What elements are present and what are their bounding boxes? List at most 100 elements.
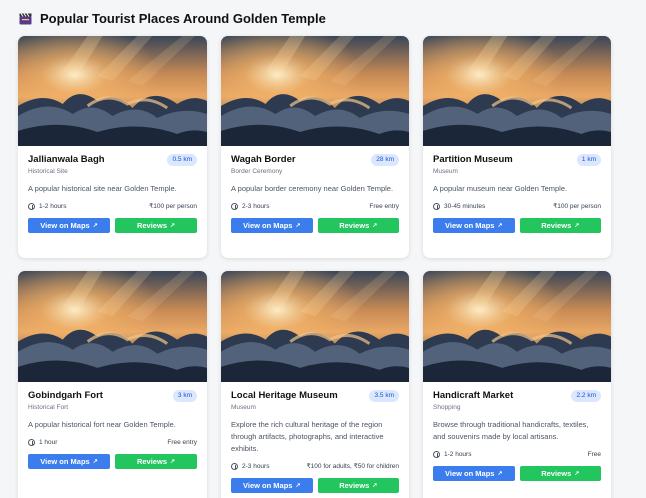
maps-label: View on Maps	[40, 457, 90, 466]
place-description: Browse through traditional handicrafts, …	[433, 420, 589, 441]
place-title: Local Heritage Museum	[231, 390, 338, 401]
external-link-icon: ↗	[295, 223, 301, 229]
place-meta: 1-2 hours Free	[433, 450, 601, 459]
place-description: Explore the rich cultural heritage of th…	[231, 420, 384, 453]
place-description: A popular border ceremony near Golden Te…	[231, 184, 394, 193]
place-category: Museum	[231, 404, 256, 411]
duration: 30-45 minutes	[444, 203, 486, 210]
distance-badge: 0.5 km	[167, 154, 197, 166]
view-on-maps-button[interactable]: View on Maps ↗	[28, 454, 110, 469]
place-image	[18, 271, 207, 382]
place-title: Partition Museum	[433, 154, 513, 165]
place-card: Partition Museum 1 km Museum A popular m…	[423, 36, 611, 258]
place-card: Handicraft Market 2.2 km Shopping Browse…	[423, 271, 611, 498]
view-on-maps-button[interactable]: View on Maps ↗	[28, 218, 110, 233]
distance-badge: 1 km	[576, 154, 601, 166]
place-title: Handicraft Market	[433, 390, 514, 401]
clock-icon	[231, 463, 238, 470]
page-title: Popular Tourist Places Around Golden Tem…	[40, 11, 326, 26]
price: ₹100 for adults, ₹50 for children	[306, 463, 399, 470]
place-category: Historical Fort	[28, 404, 69, 411]
places-grid: Jallianwala Bagh 0.5 km Historical Site …	[18, 36, 611, 498]
distance-badge: 3 km	[172, 390, 197, 402]
reviews-button[interactable]: Reviews ↗	[317, 218, 399, 233]
external-link-icon: ↗	[497, 223, 503, 229]
clock-icon	[231, 203, 238, 210]
reviews-label: Reviews	[339, 481, 370, 490]
reviews-button[interactable]: Reviews ↗	[519, 218, 601, 233]
external-link-icon: ↗	[170, 459, 176, 465]
reviews-label: Reviews	[541, 469, 572, 478]
price: Free entry	[369, 203, 399, 210]
distance-badge: 28 km	[371, 154, 399, 166]
maps-label: View on Maps	[445, 469, 495, 478]
maps-label: View on Maps	[243, 221, 293, 230]
reviews-label: Reviews	[136, 221, 167, 230]
clock-icon	[433, 203, 440, 210]
duration: 2-3 hours	[242, 463, 270, 470]
price: ₹100 per person	[149, 203, 197, 210]
clapperboard-icon	[19, 12, 32, 24]
place-card: Gobindgarh Fort 3 km Historical Fort A p…	[18, 271, 207, 498]
place-meta: 1 hour Free entry	[28, 438, 197, 447]
price: Free entry	[167, 439, 197, 446]
place-category: Border Ceremony	[231, 168, 283, 175]
reviews-label: Reviews	[541, 221, 572, 230]
external-link-icon: ↗	[574, 223, 580, 229]
place-meta: 1-2 hours ₹100 per person	[28, 202, 197, 211]
place-card: Wagah Border 28 km Border Ceremony A pop…	[221, 36, 409, 258]
external-link-icon: ↗	[170, 223, 176, 229]
place-meta: 30-45 minutes ₹100 per person	[433, 202, 601, 211]
clock-icon	[28, 203, 35, 210]
place-image	[423, 36, 611, 146]
duration: 1-2 hours	[444, 451, 472, 458]
view-on-maps-button[interactable]: View on Maps ↗	[231, 218, 313, 233]
view-on-maps-button[interactable]: View on Maps ↗	[231, 478, 313, 493]
price: Free	[587, 451, 601, 458]
maps-label: View on Maps	[243, 481, 293, 490]
place-title: Jallianwala Bagh	[28, 154, 105, 165]
reviews-button[interactable]: Reviews ↗	[317, 478, 399, 493]
maps-label: View on Maps	[445, 221, 495, 230]
place-card: Jallianwala Bagh 0.5 km Historical Site …	[18, 36, 207, 258]
reviews-button[interactable]: Reviews ↗	[115, 218, 197, 233]
external-link-icon: ↗	[574, 471, 580, 477]
place-category: Historical Site	[28, 168, 68, 175]
place-description: A popular historical site near Golden Te…	[28, 184, 177, 193]
place-category: Museum	[433, 168, 458, 175]
place-description: A popular museum near Golden Temple.	[433, 184, 568, 193]
view-on-maps-button[interactable]: View on Maps ↗	[433, 466, 515, 481]
reviews-button[interactable]: Reviews ↗	[115, 454, 197, 469]
place-image	[221, 271, 409, 382]
place-title: Gobindgarh Fort	[28, 390, 103, 401]
reviews-label: Reviews	[339, 221, 370, 230]
price: ₹100 per person	[553, 203, 601, 210]
place-meta: 2-3 hours Free entry	[231, 202, 399, 211]
clock-icon	[433, 451, 440, 458]
place-category: Shopping	[433, 404, 461, 411]
duration: 1 hour	[39, 439, 58, 446]
duration: 2-3 hours	[242, 203, 270, 210]
reviews-label: Reviews	[136, 457, 167, 466]
maps-label: View on Maps	[40, 221, 90, 230]
place-meta: 2-3 hours ₹100 for adults, ₹50 for child…	[231, 462, 399, 471]
view-on-maps-button[interactable]: View on Maps ↗	[433, 218, 515, 233]
distance-badge: 2.2 km	[571, 390, 601, 402]
place-description: A popular historical fort near Golden Te…	[28, 420, 176, 429]
reviews-button[interactable]: Reviews ↗	[519, 466, 601, 481]
place-image	[221, 36, 409, 146]
external-link-icon: ↗	[92, 223, 98, 229]
place-title: Wagah Border	[231, 154, 296, 165]
external-link-icon: ↗	[295, 483, 301, 489]
place-card: Local Heritage Museum 3.5 km Museum Expl…	[221, 271, 409, 498]
external-link-icon: ↗	[497, 471, 503, 477]
duration: 1-2 hours	[39, 203, 67, 210]
clock-icon	[28, 439, 35, 446]
external-link-icon: ↗	[92, 459, 98, 465]
place-image	[423, 271, 611, 382]
page-header: Popular Tourist Places Around Golden Tem…	[19, 11, 326, 26]
distance-badge: 3.5 km	[369, 390, 399, 402]
external-link-icon: ↗	[372, 483, 378, 489]
place-image	[18, 36, 207, 146]
external-link-icon: ↗	[372, 223, 378, 229]
